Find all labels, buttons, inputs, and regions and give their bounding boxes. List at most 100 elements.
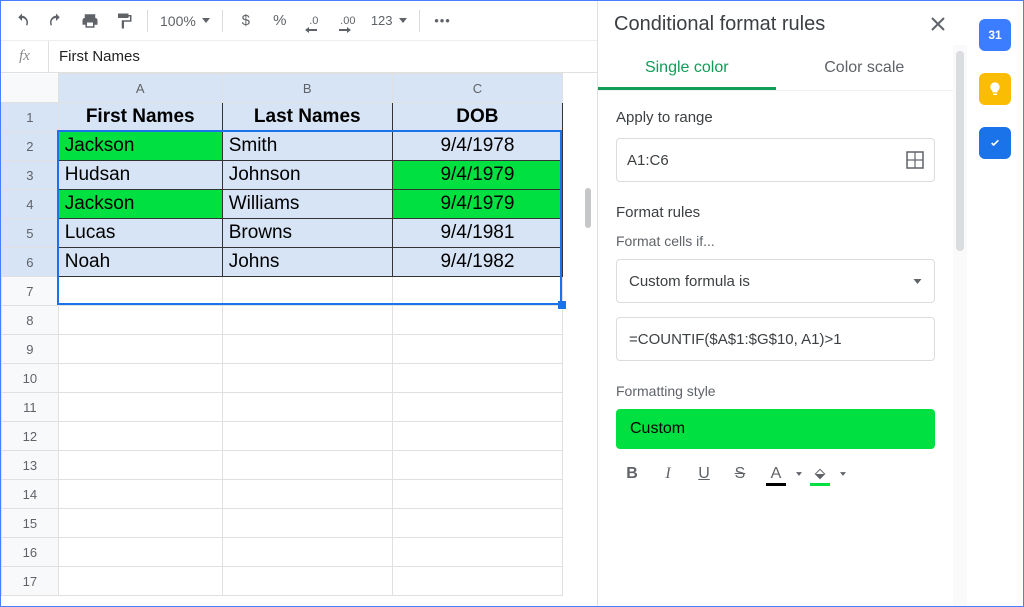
style-preview[interactable]: Custom [616, 409, 935, 449]
data-cell[interactable]: Hudsan [58, 161, 222, 190]
decrease-decimal-button[interactable]: .0 [299, 7, 329, 35]
col-header-b[interactable]: B [222, 74, 392, 103]
col-header-c[interactable]: C [392, 74, 562, 103]
number-format-select[interactable]: 123 [367, 13, 411, 28]
text-color-button[interactable]: A [760, 459, 792, 489]
row-header[interactable]: 17 [2, 567, 59, 596]
data-cell[interactable]: 9/4/1982 [392, 248, 562, 277]
paint-format-button[interactable] [109, 7, 139, 35]
more-toolbar-button[interactable]: ••• [428, 7, 458, 35]
empty-cell[interactable] [222, 364, 392, 393]
header-cell[interactable]: Last Names [222, 103, 392, 132]
empty-cell[interactable] [392, 335, 562, 364]
condition-select[interactable]: Custom formula is [616, 259, 935, 303]
empty-cell[interactable] [392, 567, 562, 596]
empty-cell[interactable] [392, 364, 562, 393]
empty-cell[interactable] [58, 277, 222, 306]
empty-cell[interactable] [222, 277, 392, 306]
underline-button[interactable]: U [688, 459, 720, 489]
row-header[interactable]: 5 [2, 219, 59, 248]
row-header[interactable]: 3 [2, 161, 59, 190]
row-header[interactable]: 15 [2, 509, 59, 538]
empty-cell[interactable] [392, 393, 562, 422]
empty-cell[interactable] [58, 335, 222, 364]
percent-button[interactable]: % [265, 7, 295, 35]
empty-cell[interactable] [222, 567, 392, 596]
data-cell[interactable]: Williams [222, 190, 392, 219]
data-cell[interactable]: Johnson [222, 161, 392, 190]
row-header[interactable]: 4 [2, 190, 59, 219]
data-cell[interactable]: Johns [222, 248, 392, 277]
row-header[interactable]: 12 [2, 422, 59, 451]
row-header[interactable]: 11 [2, 393, 59, 422]
empty-cell[interactable] [392, 422, 562, 451]
select-all-corner[interactable] [2, 74, 59, 103]
row-header[interactable]: 1 [2, 103, 59, 132]
row-header[interactable]: 6 [2, 248, 59, 277]
empty-cell[interactable] [222, 538, 392, 567]
row-header[interactable]: 8 [2, 306, 59, 335]
currency-button[interactable]: $ [231, 7, 261, 35]
spreadsheet-grid[interactable]: A B C 1First NamesLast NamesDOB2JacksonS… [1, 73, 597, 606]
data-cell[interactable]: Lucas [58, 219, 222, 248]
empty-cell[interactable] [392, 306, 562, 335]
range-input[interactable]: A1:C6 [616, 138, 935, 182]
col-header-a[interactable]: A [58, 74, 222, 103]
row-header[interactable]: 14 [2, 480, 59, 509]
empty-cell[interactable] [222, 451, 392, 480]
empty-cell[interactable] [392, 509, 562, 538]
tasks-addon-button[interactable] [979, 127, 1011, 159]
row-header[interactable]: 10 [2, 364, 59, 393]
vertical-scrollbar-thumb[interactable] [585, 188, 591, 228]
row-header[interactable]: 7 [2, 277, 59, 306]
formula-bar-input[interactable]: First Names [49, 48, 597, 65]
print-button[interactable] [75, 7, 105, 35]
custom-formula-input[interactable]: =COUNTIF($A$1:$G$10, A1)>1 [616, 317, 935, 361]
zoom-select[interactable]: 100% [156, 13, 214, 29]
tab-single-color[interactable]: Single color [598, 49, 776, 90]
row-header[interactable]: 16 [2, 538, 59, 567]
empty-cell[interactable] [392, 538, 562, 567]
empty-cell[interactable] [58, 451, 222, 480]
row-header[interactable]: 13 [2, 451, 59, 480]
redo-button[interactable] [41, 7, 71, 35]
tab-color-scale[interactable]: Color scale [776, 49, 954, 90]
data-cell[interactable]: 9/4/1979 [392, 190, 562, 219]
increase-decimal-button[interactable]: .00 [333, 7, 363, 35]
header-cell[interactable]: First Names [58, 103, 222, 132]
fill-color-button[interactable] [804, 459, 836, 489]
empty-cell[interactable] [222, 509, 392, 538]
bold-button[interactable]: B [616, 459, 648, 489]
empty-cell[interactable] [222, 306, 392, 335]
data-cell[interactable]: 9/4/1978 [392, 132, 562, 161]
data-cell[interactable]: Jackson [58, 132, 222, 161]
empty-cell[interactable] [58, 480, 222, 509]
empty-cell[interactable] [58, 509, 222, 538]
empty-cell[interactable] [58, 393, 222, 422]
data-cell[interactable]: Browns [222, 219, 392, 248]
keep-addon-button[interactable] [979, 73, 1011, 105]
empty-cell[interactable] [58, 364, 222, 393]
close-panel-button[interactable] [925, 11, 951, 37]
empty-cell[interactable] [222, 422, 392, 451]
row-header[interactable]: 9 [2, 335, 59, 364]
data-cell[interactable]: Jackson [58, 190, 222, 219]
select-range-icon[interactable] [906, 151, 924, 169]
calendar-addon-button[interactable]: 31 [979, 19, 1011, 51]
empty-cell[interactable] [222, 393, 392, 422]
undo-button[interactable] [7, 7, 37, 35]
empty-cell[interactable] [392, 277, 562, 306]
empty-cell[interactable] [58, 538, 222, 567]
empty-cell[interactable] [392, 480, 562, 509]
empty-cell[interactable] [58, 567, 222, 596]
data-cell[interactable]: 9/4/1981 [392, 219, 562, 248]
empty-cell[interactable] [58, 422, 222, 451]
panel-scrollbar[interactable] [953, 45, 967, 606]
strikethrough-button[interactable]: S [724, 459, 756, 489]
data-cell[interactable]: Smith [222, 132, 392, 161]
empty-cell[interactable] [222, 480, 392, 509]
italic-button[interactable]: I [652, 459, 684, 489]
empty-cell[interactable] [392, 451, 562, 480]
data-cell[interactable]: 9/4/1979 [392, 161, 562, 190]
panel-scroll-thumb[interactable] [956, 51, 964, 251]
